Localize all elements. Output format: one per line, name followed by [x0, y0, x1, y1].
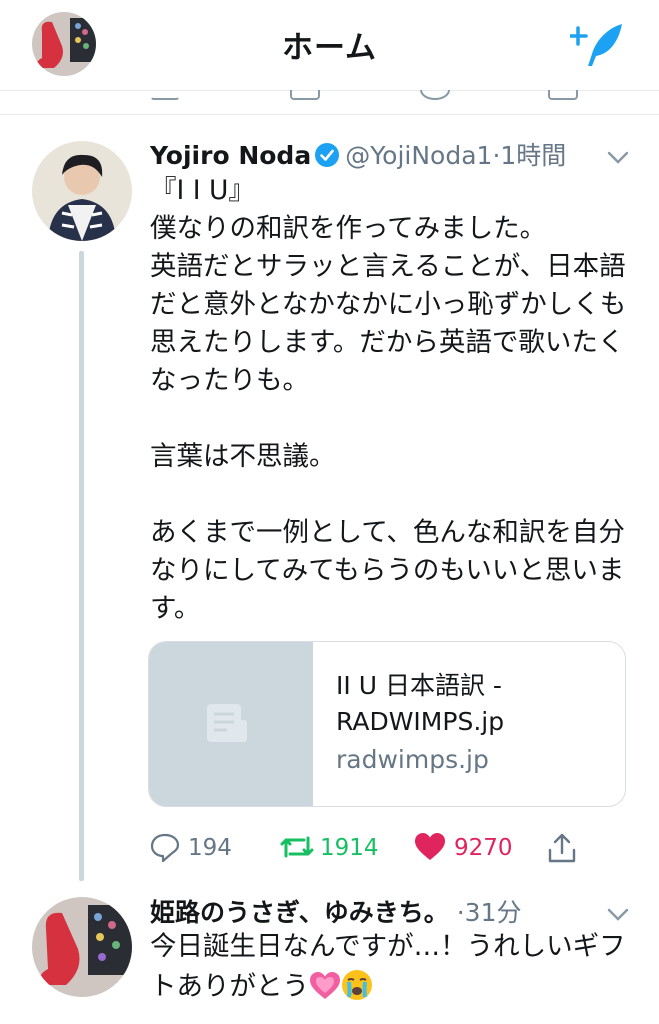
- compose-tweet-icon[interactable]: [568, 20, 630, 70]
- page-title: ホーム: [281, 30, 378, 66]
- top-bar: ホーム: [0, 0, 659, 91]
- retweet-button[interactable]: 1914: [280, 828, 390, 868]
- retweet-count: 1914: [320, 835, 379, 861]
- author-avatar[interactable]: [32, 141, 132, 241]
- chevron-down-icon[interactable]: [607, 907, 629, 921]
- growing-heart-emoji: [309, 971, 341, 1013]
- tweet-actions: 194 1914 9270: [150, 828, 630, 872]
- tweet-text-content: 今日誕生日なんですが…！うれしいギフトありがとう: [150, 931, 626, 1002]
- author-handle[interactable]: @YojiNoda1: [345, 141, 492, 170]
- link-card-thumbnail: [149, 642, 313, 806]
- author-avatar[interactable]: [32, 897, 132, 997]
- reply-count: 194: [188, 835, 232, 861]
- verified-badge-icon: [315, 143, 340, 167]
- link-card[interactable]: II U 日本語訳 - RADWIMPS.jp radwimps.jp: [148, 641, 626, 807]
- like-button[interactable]: 9270: [414, 828, 524, 868]
- tweet-header: Yojiro Noda @YojiNoda1·1時間: [150, 136, 630, 176]
- link-card-title: II U 日本語訳 - RADWIMPS.jp: [336, 671, 505, 736]
- reply-button[interactable]: 194: [150, 828, 250, 868]
- retweet-icon: [280, 836, 314, 858]
- share-icon: [548, 833, 576, 863]
- author-name[interactable]: 姫路のうさぎ、ゆみきち。: [150, 898, 449, 927]
- thread-line: [79, 251, 84, 881]
- chevron-down-icon[interactable]: [607, 150, 629, 164]
- reply-icon: [150, 833, 180, 862]
- tweet-text: 『I I U』 僕なりの和訳を作ってみました。 英語だとサラッと言えることが、日…: [150, 175, 627, 624]
- meta-separator: ·: [456, 898, 465, 927]
- tweet-timestamp[interactable]: 31分: [465, 898, 522, 927]
- like-count: 9270: [454, 835, 513, 861]
- tweet-text: 今日誕生日なんですが…！うれしいギフトありがとう: [150, 927, 628, 1013]
- previous-tweet-actions: [0, 90, 659, 104]
- link-card-domain: radwimps.jp: [336, 745, 489, 774]
- tweet-timestamp[interactable]: 1時間: [500, 141, 566, 170]
- crying-face-emoji: [341, 969, 373, 1013]
- heart-icon: [415, 833, 445, 860]
- author-name[interactable]: Yojiro Noda: [150, 141, 311, 170]
- tweet-divider: [0, 114, 659, 115]
- document-icon: [207, 704, 247, 742]
- share-button[interactable]: [546, 828, 580, 868]
